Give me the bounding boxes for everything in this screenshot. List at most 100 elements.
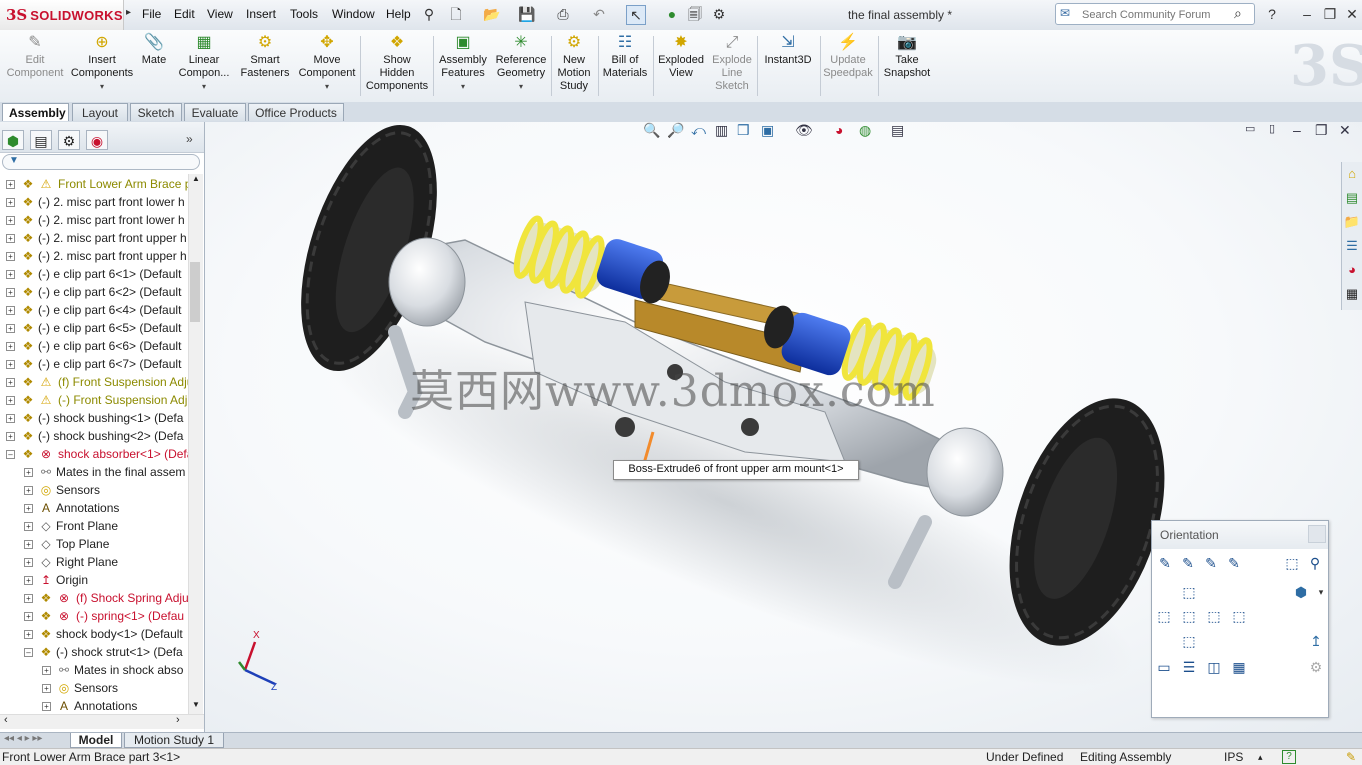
search-input[interactable] xyxy=(1080,6,1234,24)
dropdown-arrow-icon[interactable]: ▾ xyxy=(295,80,359,93)
expand-toggle-icon[interactable]: + xyxy=(24,540,33,549)
tree-item[interactable]: – ❖ ⊗ shock absorber<1> (Defa xyxy=(0,445,188,463)
configuration-manager-tab-icon[interactable]: ⚙ xyxy=(58,130,80,150)
minimize-icon[interactable]: – xyxy=(1298,5,1316,23)
expand-toggle-icon[interactable]: + xyxy=(6,324,15,333)
tab-sketch[interactable]: Sketch xyxy=(130,103,182,121)
linear-pattern-button[interactable]: ▦ Linear Compon... ▾ xyxy=(172,34,236,93)
normal-to-icon[interactable]: ↥ xyxy=(1307,632,1325,650)
smart-fasteners-button[interactable]: ⚙ Smart Fasteners xyxy=(233,34,297,80)
solidworks-logo[interactable]: 3S SOLIDWORKS xyxy=(0,0,124,30)
tree-item[interactable]: + ❖ ⚠ Front Lower Arm Brace p xyxy=(0,175,188,193)
tree-item[interactable]: + ❖ (-) e clip part 6<1> (Default xyxy=(0,265,188,283)
resources-icon[interactable]: ⌂ xyxy=(1343,164,1361,184)
tab-office-products[interactable]: Office Products xyxy=(248,103,344,121)
single-view-icon[interactable]: ▭ xyxy=(1155,658,1173,676)
pushpin-icon[interactable]: ⚲ xyxy=(420,5,438,23)
file-explorer-icon[interactable]: 📁 xyxy=(1343,212,1361,232)
scroll-up-icon[interactable]: ▲ xyxy=(192,174,200,183)
expand-toggle-icon[interactable]: + xyxy=(24,486,33,495)
help-icon[interactable]: ? xyxy=(1263,5,1281,23)
expand-toggle-icon[interactable]: + xyxy=(24,468,33,477)
expand-toggle-icon[interactable]: + xyxy=(24,558,33,567)
scroll-left-icon[interactable]: ‹ xyxy=(4,714,8,726)
tree-item[interactable]: + ❖ (-) 2. misc part front lower h xyxy=(0,193,188,211)
menu-file[interactable]: File xyxy=(142,7,161,21)
top-view-icon[interactable]: ⬚ xyxy=(1180,583,1198,601)
expand-toggle-icon[interactable]: + xyxy=(6,216,15,225)
custom-properties-icon[interactable]: ▦ xyxy=(1343,284,1361,304)
tree-item[interactable]: + ↥ Origin xyxy=(0,571,188,589)
menu-window[interactable]: Window xyxy=(332,7,375,21)
show-hidden-components-button[interactable]: ❖ Show Hidden Components xyxy=(365,34,429,93)
explode-line-sketch-button[interactable]: ⤢ Explode Line Sketch xyxy=(700,34,764,93)
expand-toggle-icon[interactable]: + xyxy=(6,378,15,387)
menu-view[interactable]: View xyxy=(207,7,233,21)
expand-toggle-icon[interactable]: + xyxy=(24,630,33,639)
left-view-icon[interactable]: ⬚ xyxy=(1155,607,1173,625)
tree-item[interactable]: – ❖ (-) shock strut<1> (Defa xyxy=(0,643,188,661)
tab-scroll-icons[interactable]: ◂◂ ◂ ▸ ▸▸ xyxy=(4,733,42,744)
expand-toggle-icon[interactable]: + xyxy=(6,252,15,261)
tree-item[interactable]: + ❖ (-) e clip part 6<2> (Default xyxy=(0,283,188,301)
expand-toggle-icon[interactable]: + xyxy=(6,396,15,405)
edit-component-button[interactable]: ✎ Edit Component xyxy=(3,34,67,80)
tab-model[interactable]: Model xyxy=(70,733,122,748)
expand-toggle-icon[interactable]: + xyxy=(24,522,33,531)
two-view-horizontal-icon[interactable]: ☰ xyxy=(1180,658,1198,676)
bill-of-materials-button[interactable]: ☷ Bill of Materials xyxy=(593,34,657,80)
scroll-right-icon[interactable]: › xyxy=(176,714,180,726)
save-icon[interactable]: 💾 xyxy=(518,5,536,23)
expand-toggle-icon[interactable]: + xyxy=(42,666,51,675)
tab-assembly[interactable]: Assembly xyxy=(2,103,69,121)
expand-toggle-icon[interactable]: + xyxy=(6,360,15,369)
tree-item[interactable]: + ◇ Front Plane xyxy=(0,517,188,535)
tree-item[interactable]: + ❖ ⊗ (-) spring<1> (Defau xyxy=(0,607,188,625)
update-speedpak-button[interactable]: ⚡ Update Speedpak xyxy=(816,34,880,80)
options-icon[interactable]: ⚙ xyxy=(710,5,728,23)
appearances-icon[interactable]: ◕ xyxy=(1343,260,1361,280)
tooltip-toggle-icon[interactable]: ✎ xyxy=(1346,749,1356,765)
bottom-view-icon[interactable]: ⬚ xyxy=(1180,632,1198,650)
tree-item[interactable]: + A Annotations xyxy=(0,697,188,713)
tree-item[interactable]: + A Annotations xyxy=(0,499,188,517)
select-icon[interactable]: ↖ xyxy=(626,5,646,25)
view-orient-icon-4[interactable]: ✎ xyxy=(1225,554,1243,572)
instant3d-button[interactable]: ⇲ Instant3D xyxy=(756,34,820,67)
print-icon[interactable]: ⎙ xyxy=(554,5,572,23)
tree-horizontal-scrollbar[interactable]: ‹ › xyxy=(0,714,204,729)
expand-toggle-icon[interactable]: + xyxy=(6,414,15,423)
expand-toggle-icon[interactable]: + xyxy=(24,504,33,513)
tree-item[interactable]: + ❖ (-) shock bushing<2> (Defa xyxy=(0,427,188,445)
menu-help[interactable]: Help xyxy=(386,7,411,21)
expand-toggle-icon[interactable]: + xyxy=(6,342,15,351)
isometric-view-icon[interactable]: ⬢ xyxy=(1292,583,1310,601)
right-view-icon[interactable]: ⬚ xyxy=(1205,607,1223,625)
open-icon[interactable]: 📂 xyxy=(483,5,501,23)
menu-tools[interactable]: Tools xyxy=(290,7,318,21)
tree-item[interactable]: + ◎ Sensors xyxy=(0,481,188,499)
tab-evaluate[interactable]: Evaluate xyxy=(184,103,246,121)
view-orient-icon-3[interactable]: ✎ xyxy=(1202,554,1220,572)
new-view-icon[interactable]: ⬚ xyxy=(1283,554,1301,572)
tree-item[interactable]: + ❖ (-) 2. misc part front upper h xyxy=(0,229,188,247)
tree-item[interactable]: + ⚯ Mates in shock abso xyxy=(0,661,188,679)
close-icon[interactable]: ✕ xyxy=(1343,5,1361,23)
units-dropdown-icon[interactable]: ▴ xyxy=(1258,749,1263,765)
tree-item[interactable]: + ❖ ⚠ (-) Front Suspension Adju xyxy=(0,391,188,409)
link-views-icon[interactable]: ⚙ xyxy=(1307,658,1325,676)
tree-item[interactable]: + ❖ (-) shock bushing<1> (Defa xyxy=(0,409,188,427)
display-manager-tab-icon[interactable]: ◉ xyxy=(86,130,108,150)
tree-filter-box[interactable]: ▼ xyxy=(2,154,200,170)
back-view-icon[interactable]: ⬚ xyxy=(1230,607,1248,625)
dropdown-arrow-icon[interactable]: ▾ xyxy=(431,80,495,93)
tree-item[interactable]: + ◎ Sensors xyxy=(0,679,188,697)
status-units[interactable]: IPS xyxy=(1224,749,1243,765)
assembly-features-button[interactable]: ▣ Assembly Features ▾ xyxy=(431,34,495,93)
tree-item[interactable]: + ❖ (-) e clip part 6<5> (Default xyxy=(0,319,188,337)
tree-item[interactable]: + ❖ (-) e clip part 6<4> (Default xyxy=(0,301,188,319)
expand-toggle-icon[interactable]: + xyxy=(6,288,15,297)
four-view-icon[interactable]: ▦ xyxy=(1230,658,1248,676)
two-view-vertical-icon[interactable]: ◫ xyxy=(1205,658,1223,676)
feature-tree-tab-icon[interactable]: ⬢ xyxy=(2,130,24,150)
